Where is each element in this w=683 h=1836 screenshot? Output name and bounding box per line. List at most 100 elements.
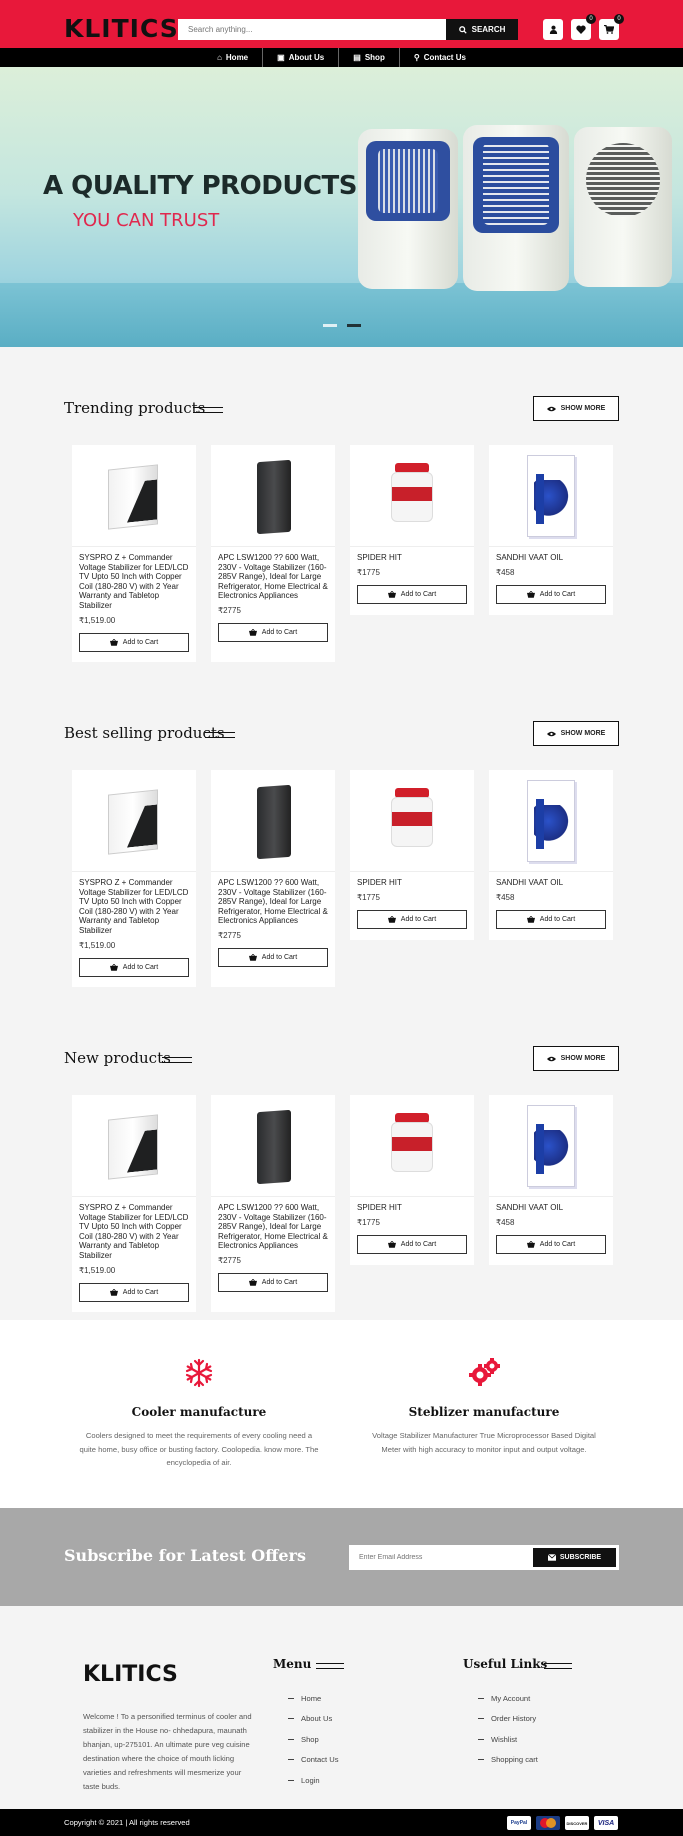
feature-stabilizer-title: Steblizer manufacture (408, 1405, 560, 1419)
product-card[interactable]: APC LSW1200 ?? 600 Watt, 230V - Voltage … (211, 770, 335, 987)
product-name[interactable]: SANDHI VAAT OIL (489, 872, 613, 888)
features-section: Cooler manufacture Coolers designed to m… (0, 1320, 683, 1508)
product-name[interactable]: SYSPRO Z + Commander Voltage Stabilizer … (72, 872, 196, 936)
add-to-cart-button[interactable]: Add to Cart (79, 632, 189, 652)
show-more-button[interactable]: SHOW MORE (533, 396, 619, 421)
product-card[interactable]: SPIDER HIT ₹1775 Add to Cart (350, 770, 474, 940)
carousel-dot-1[interactable] (323, 324, 337, 327)
add-to-cart-button[interactable]: Add to Cart (357, 584, 467, 604)
paypal-icon: PayPal (507, 1816, 531, 1830)
shop-icon: ▤ (353, 53, 361, 62)
footer-useful-link[interactable]: Wishlist (478, 1729, 538, 1750)
product-card[interactable]: SYSPRO Z + Commander Voltage Stabilizer … (72, 445, 196, 662)
feature-stabilizer-text: Voltage Stabilizer Manufacturer True Mic… (372, 1431, 596, 1454)
footer-logo[interactable]: KLITICS (83, 1662, 178, 1687)
product-card[interactable]: SANDHI VAAT OIL ₹458 Add to Cart (489, 1095, 613, 1265)
basket-icon (248, 628, 257, 636)
add-to-cart-button[interactable]: Add to Cart (496, 1234, 606, 1254)
show-more-label: SHOW MORE (560, 1055, 606, 1062)
add-to-cart-button[interactable]: Add to Cart (357, 909, 467, 929)
cart-button[interactable]: 0 (599, 14, 624, 40)
footer-menu-link[interactable]: Home (288, 1688, 339, 1709)
basket-icon (387, 590, 396, 598)
add-to-cart-button[interactable]: Add to Cart (496, 584, 606, 604)
apc-stabilizer-image[interactable] (211, 1095, 335, 1197)
apc-stabilizer-image[interactable] (211, 445, 335, 547)
product-name[interactable]: APC LSW1200 ?? 600 Watt, 230V - Voltage … (211, 1197, 335, 1251)
product-card[interactable]: SANDHI VAAT OIL ₹458 Add to Cart (489, 770, 613, 940)
section-title: Best selling products (64, 724, 225, 742)
gears-icon (469, 1358, 500, 1386)
stabilizer-image[interactable] (72, 1095, 196, 1197)
product-name[interactable]: SPIDER HIT (350, 1197, 474, 1213)
product-card[interactable]: SPIDER HIT ₹1775 Add to Cart (350, 1095, 474, 1265)
subscribe-button[interactable]: SUBSCRIBE (533, 1548, 616, 1567)
nav-contact-us[interactable]: ⚲ Contact Us (400, 48, 480, 67)
product-name[interactable]: SYSPRO Z + Commander Voltage Stabilizer … (72, 547, 196, 611)
add-to-cart-button[interactable]: Add to Cart (79, 957, 189, 977)
nav-shop[interactable]: ▤ Shop (339, 48, 400, 67)
section-title: Trending products (64, 399, 206, 417)
spider-hit-jar-image[interactable] (350, 770, 474, 872)
nav-home[interactable]: ⌂ Home (203, 48, 264, 67)
show-more-button[interactable]: SHOW MORE (533, 721, 619, 746)
search-button-label: SEARCH (471, 25, 506, 34)
product-name[interactable]: SPIDER HIT (350, 872, 474, 888)
footer-menu-link[interactable]: Login (288, 1770, 339, 1791)
add-to-cart-button[interactable]: Add to Cart (218, 947, 328, 967)
add-to-cart-label: Add to Cart (261, 953, 298, 961)
spider-hit-jar-image[interactable] (350, 445, 474, 547)
add-to-cart-button[interactable]: Add to Cart (79, 1282, 189, 1302)
apc-stabilizer-image[interactable] (211, 770, 335, 872)
product-name[interactable]: APC LSW1200 ?? 600 Watt, 230V - Voltage … (211, 547, 335, 601)
subscribe-title: Subscribe for Latest Offers (64, 1546, 306, 1565)
account-button[interactable] (543, 19, 563, 40)
product-card[interactable]: APC LSW1200 ?? 600 Watt, 230V - Voltage … (211, 1095, 335, 1312)
product-name[interactable]: SPIDER HIT (350, 547, 474, 563)
search-input[interactable] (178, 19, 447, 40)
add-to-cart-button[interactable]: Add to Cart (357, 1234, 467, 1254)
product-card[interactable]: SYSPRO Z + Commander Voltage Stabilizer … (72, 1095, 196, 1312)
footer-description: Welcome ! To a personified terminus of c… (83, 1712, 252, 1791)
basket-icon (248, 953, 257, 961)
product-price: ₹1,519.00 (79, 1265, 116, 1275)
sandhi-vaat-box-image[interactable] (489, 445, 613, 547)
top-header: KLITICS SEARCH 0 0 (0, 0, 683, 48)
add-to-cart-label: Add to Cart (400, 1240, 437, 1248)
carousel-dot-2[interactable] (347, 324, 361, 327)
stabilizer-image[interactable] (72, 445, 196, 547)
footer-links-title: Useful Links (463, 1657, 548, 1671)
footer-useful-link[interactable]: Order History (478, 1709, 538, 1730)
sandhi-vaat-box-image[interactable] (489, 770, 613, 872)
footer-useful-link[interactable]: Shopping cart (478, 1750, 538, 1771)
sandhi-vaat-box-image[interactable] (489, 1095, 613, 1197)
spider-hit-jar-image[interactable] (350, 1095, 474, 1197)
basket-icon (387, 915, 396, 923)
feature-stabilizer: Steblizer manufacture Voltage Stabilizer… (364, 1358, 604, 1456)
section-title-underline (162, 1057, 192, 1063)
product-card[interactable]: SYSPRO Z + Commander Voltage Stabilizer … (72, 770, 196, 987)
add-to-cart-button[interactable]: Add to Cart (218, 622, 328, 642)
product-name[interactable]: SANDHI VAAT OIL (489, 547, 613, 563)
wishlist-button[interactable]: 0 (571, 14, 596, 40)
add-to-cart-button[interactable]: Add to Cart (218, 1272, 328, 1292)
footer-menu-link[interactable]: About Us (288, 1709, 339, 1730)
show-more-button[interactable]: SHOW MORE (533, 1046, 619, 1071)
product-name[interactable]: APC LSW1200 ?? 600 Watt, 230V - Voltage … (211, 872, 335, 926)
product-card[interactable]: APC LSW1200 ?? 600 Watt, 230V - Voltage … (211, 445, 335, 662)
add-to-cart-button[interactable]: Add to Cart (496, 909, 606, 929)
hero-title: A QUALITY PRODUCTS (43, 171, 357, 201)
product-name[interactable]: SANDHI VAAT OIL (489, 1197, 613, 1213)
stabilizer-image[interactable] (72, 770, 196, 872)
site-logo[interactable]: KLITICS (64, 14, 179, 43)
product-card[interactable]: SPIDER HIT ₹1775 Add to Cart (350, 445, 474, 615)
nav-about-us[interactable]: ▣ About Us (263, 48, 340, 67)
nav-shop-label: Shop (364, 53, 385, 62)
product-name[interactable]: SYSPRO Z + Commander Voltage Stabilizer … (72, 1197, 196, 1261)
footer-useful-link[interactable]: My Account (478, 1688, 538, 1709)
product-card[interactable]: SANDHI VAAT OIL ₹458 Add to Cart (489, 445, 613, 615)
search-button[interactable]: SEARCH (446, 19, 518, 40)
footer-menu-link[interactable]: Contact Us (288, 1750, 339, 1771)
add-to-cart-label: Add to Cart (122, 638, 159, 646)
footer-menu-link[interactable]: Shop (288, 1729, 339, 1750)
